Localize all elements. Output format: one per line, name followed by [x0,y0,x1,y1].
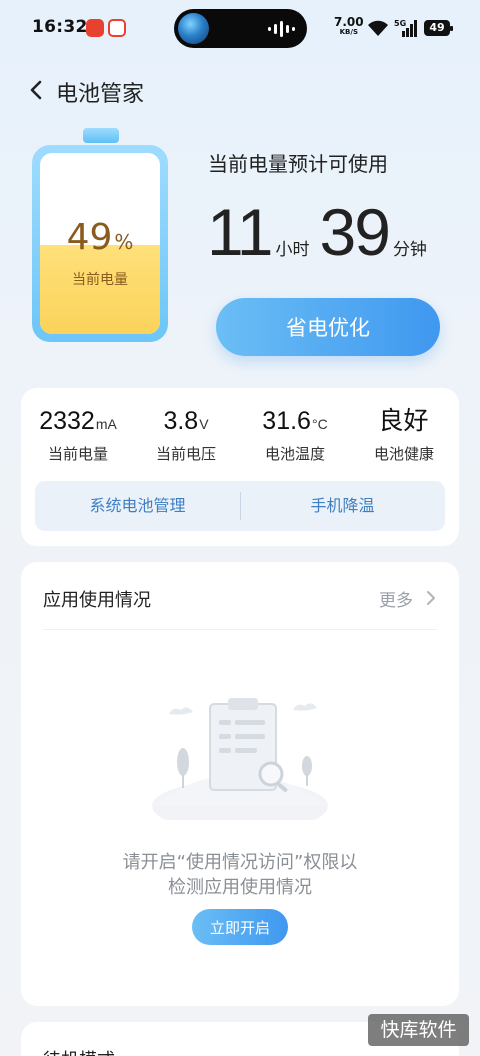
stat-health: 良好 电池健康 [373,407,434,463]
battery-illustration: 49% 当前电量 [32,145,168,342]
battery-cap [83,128,119,143]
tools-bar: 系统电池管理 手机降温 [35,481,445,531]
network-type-label: 5G [394,19,406,28]
stat-temperature: 31.6°C 电池温度 [262,407,328,463]
status-time: 16:32 [32,17,88,37]
empty-clipboard-illustration [152,698,328,820]
dynamic-island[interactable] [174,9,307,48]
app-usage-title: 应用使用情况 [43,590,151,611]
hours-unit: 小时 [275,240,310,260]
estimate-minutes: 39 [319,195,391,269]
enable-now-button[interactable]: 立即开启 [192,909,288,945]
stat-current: 2332mA 当前电量 [39,407,117,463]
back-arrow-icon[interactable] [26,78,48,102]
more-label: 更多 [379,591,413,611]
notification-app-icon [108,19,126,37]
stat-voltage: 3.8V 当前电压 [155,407,216,463]
estimate-label: 当前电量预计可使用 [208,152,388,176]
network-speed: 7.00 KB/S [334,15,364,36]
phone-cooling-button[interactable]: 手机降温 [240,481,445,531]
status-battery-icon: 49 [424,20,453,36]
power-saving-optimize-button[interactable]: 省电优化 [216,298,440,356]
audio-wave-icon [268,21,295,37]
divider [43,629,437,630]
standby-mode-title: 待机模式 [43,1046,115,1056]
watermark: 快库软件 [368,1014,469,1046]
media-artwork-icon [178,13,209,44]
battery-level-label: 当前电量 [72,272,128,288]
header: 电池管家 [0,66,480,116]
estimate-time: 11 小时 39 分钟 [207,192,437,272]
signal-icon: 5G [394,19,417,37]
app-usage-card: 应用使用情况 更多 请开启“使用情况访问”权限以 检测应用使用情况 立即开启 [21,562,459,1006]
battery-management-button[interactable]: 系统电池管理 [35,481,240,531]
wifi-icon [368,20,388,36]
battery-stats-card: 2332mA 当前电量 3.8V 当前电压 31.6°C 电池温度 良好 电池健… [21,388,459,546]
notification-app-icon [86,19,104,37]
battery-percent: 49% [66,217,134,258]
battery-inner: 49% 当前电量 [40,153,160,334]
status-bar: 16:32 7.00 KB/S 5G 49 [0,0,480,58]
battery-level-fill [40,245,160,334]
page-title: 电池管家 [56,82,145,107]
estimate-hours: 11 [207,195,274,269]
minutes-unit: 分钟 [392,240,427,260]
permission-hint: 请开启“使用情况访问”权限以 检测应用使用情况 [122,852,358,898]
chevron-right-icon [427,591,435,605]
